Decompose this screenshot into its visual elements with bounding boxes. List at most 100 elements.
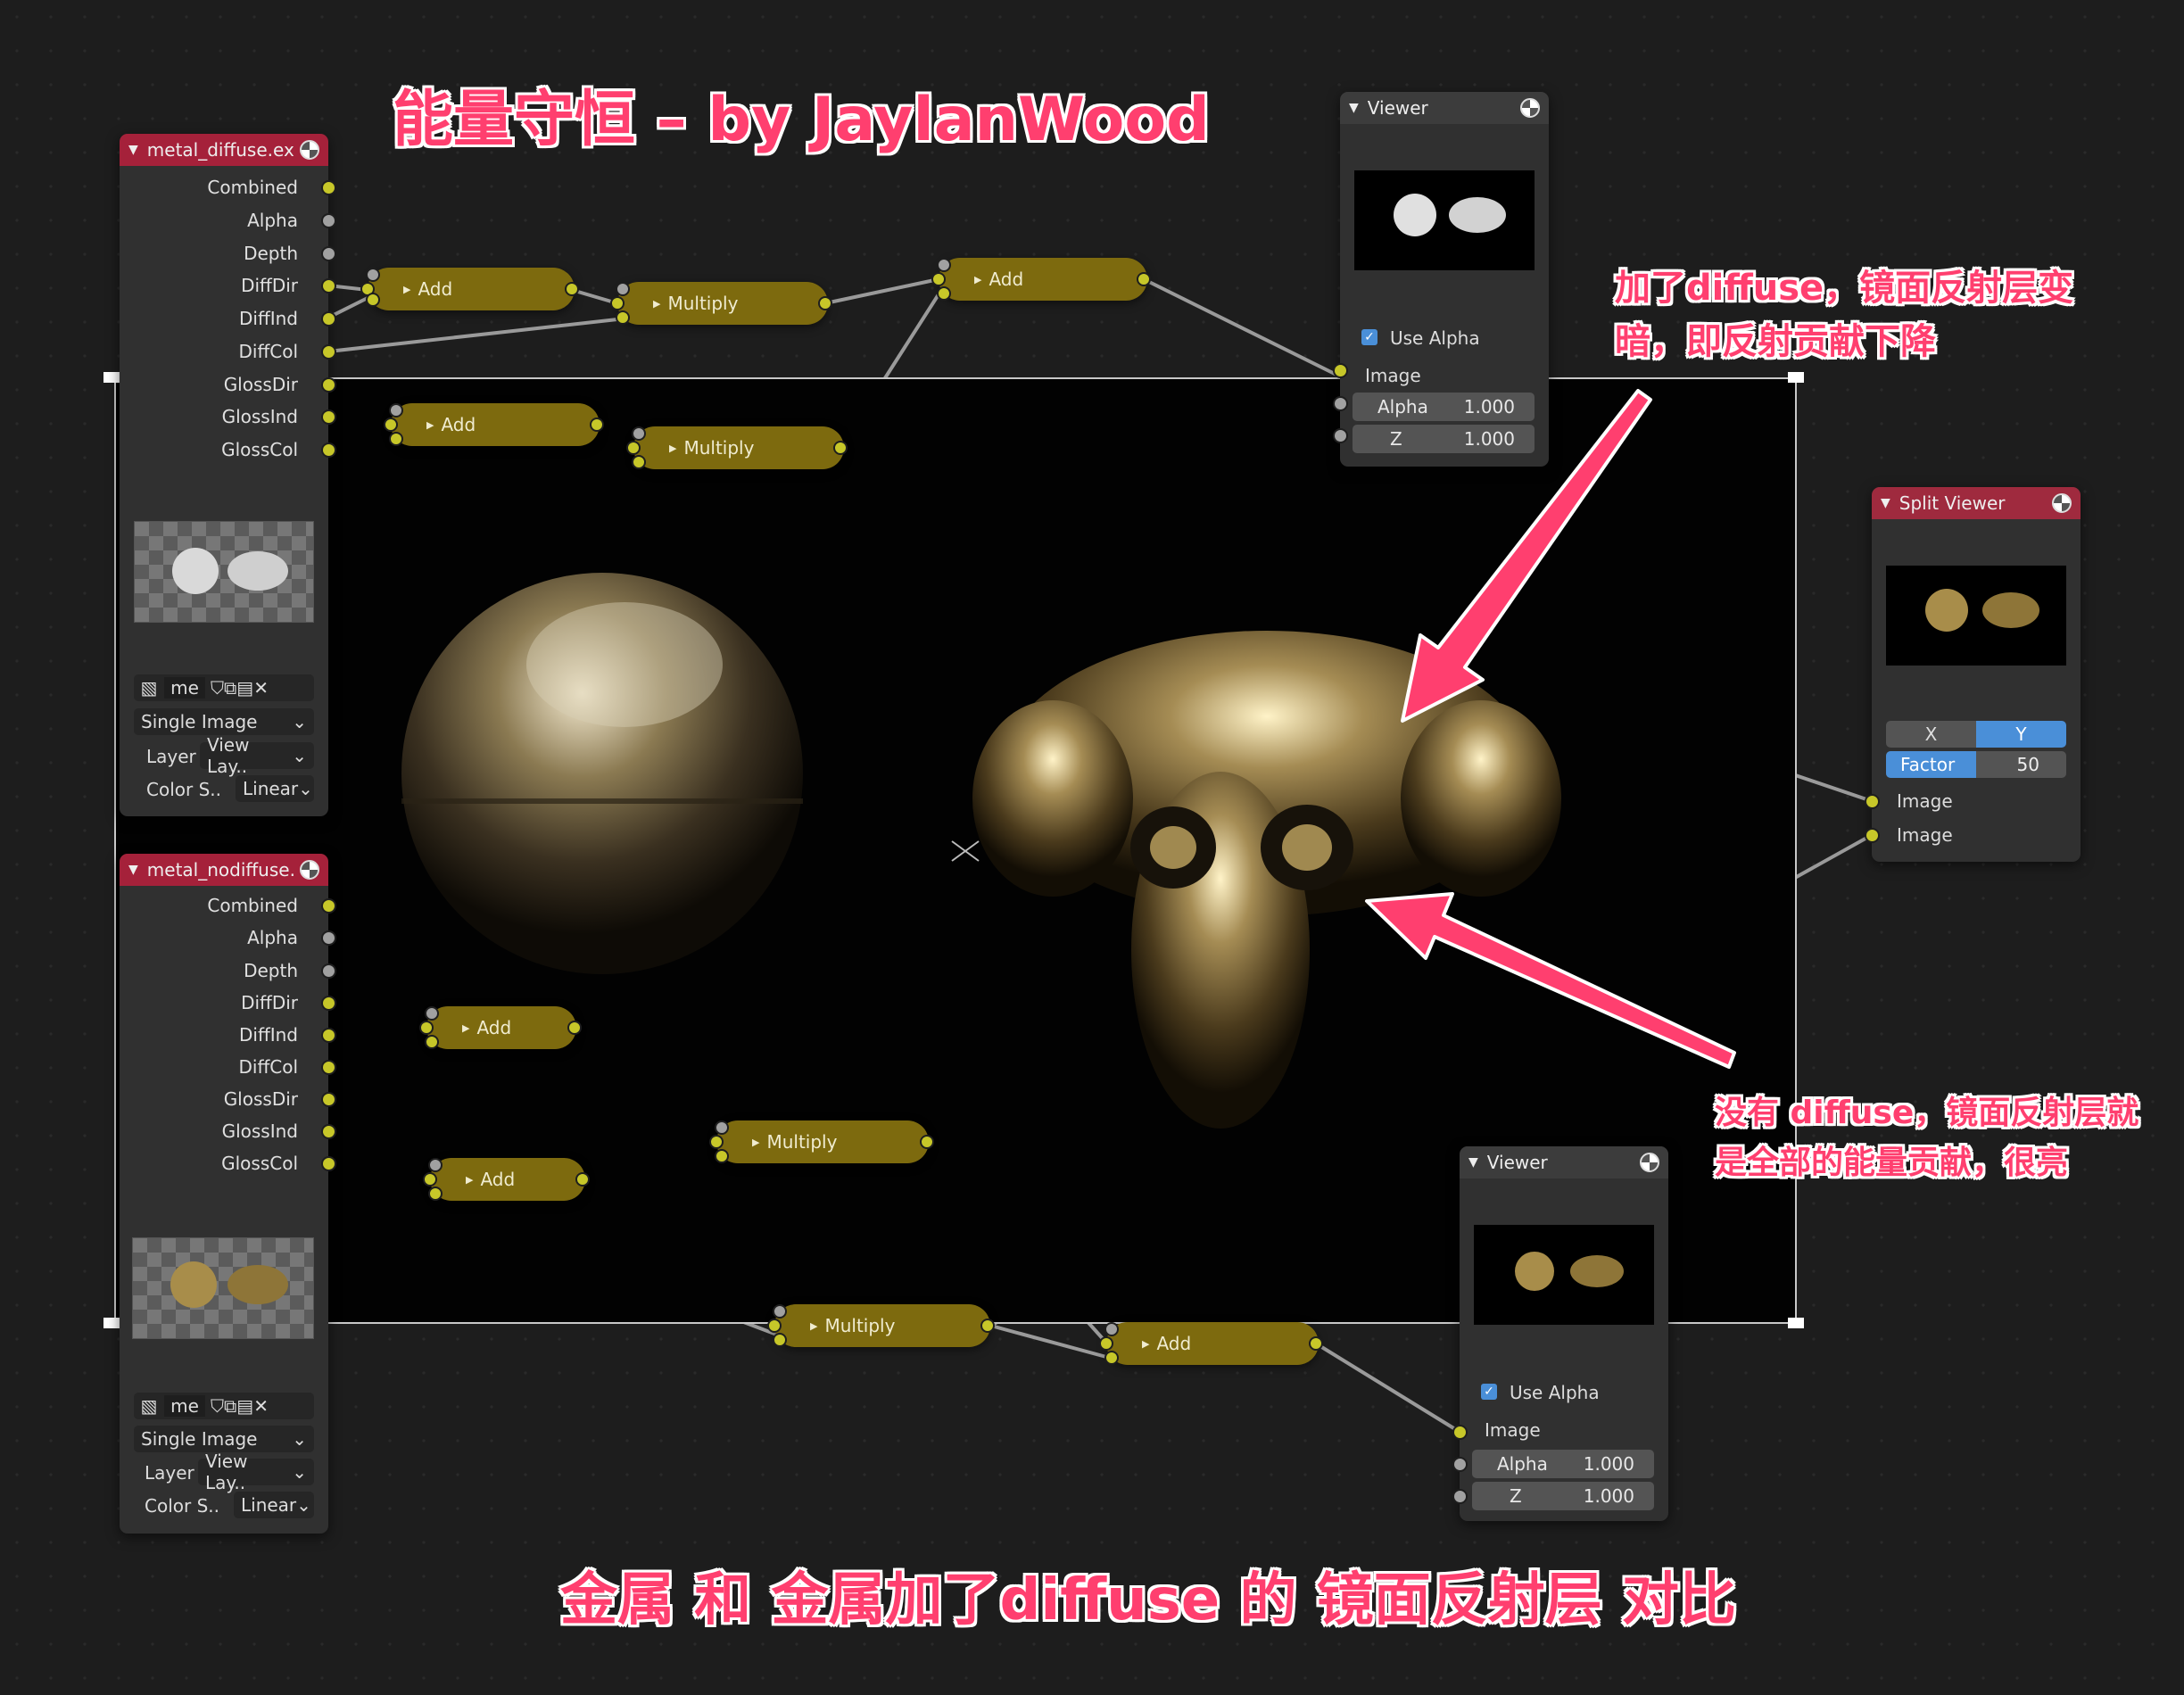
image-node-metal-nodiffuse[interactable]: ▼ metal_nodiffuse. Combined Alpha Depth … bbox=[120, 854, 336, 1534]
node-header[interactable]: ▼ metal_nodiffuse. bbox=[120, 854, 328, 886]
multiply-node-diff-bottom[interactable]: ▶ Multiply bbox=[716, 1120, 929, 1163]
unlink-icon[interactable]: ✕ bbox=[253, 1395, 269, 1417]
collapse-icon[interactable]: ▼ bbox=[1349, 101, 1359, 115]
backdrop-handle-bl[interactable] bbox=[103, 1318, 120, 1328]
socket-image-input-1[interactable] bbox=[1865, 794, 1880, 809]
colorspace-select[interactable]: Linear ⌄ bbox=[234, 1492, 314, 1518]
socket-image-input[interactable] bbox=[1452, 1425, 1468, 1440]
collapse-arrow-icon[interactable]: ▶ bbox=[810, 1320, 817, 1332]
multiply-node-gloss-top[interactable]: ▶ Multiply bbox=[633, 426, 844, 469]
collapse-arrow-icon[interactable]: ▶ bbox=[466, 1174, 473, 1186]
socket-glosscol[interactable] bbox=[321, 442, 336, 458]
node-header[interactable]: ▼ Split Viewer bbox=[1872, 487, 2081, 519]
axis-y-button[interactable]: Y bbox=[1976, 721, 2066, 748]
add-node-diff-top[interactable]: ▶ Add bbox=[368, 268, 575, 310]
backdrop-handle-br[interactable] bbox=[1788, 1318, 1804, 1328]
socket-glosscol[interactable] bbox=[321, 1156, 336, 1171]
socket-alpha[interactable] bbox=[321, 213, 336, 228]
unlink-icon[interactable]: ✕ bbox=[253, 677, 269, 699]
multiply-node-gloss-bottom[interactable]: ▶ Multiply bbox=[774, 1304, 990, 1347]
collapse-icon[interactable]: ▼ bbox=[1468, 1155, 1478, 1170]
socket-alpha-input[interactable] bbox=[1452, 1457, 1468, 1472]
open-folder-icon[interactable]: ▤ bbox=[236, 1395, 253, 1417]
collapse-arrow-icon[interactable]: ▶ bbox=[426, 419, 434, 431]
node-preview-icon[interactable] bbox=[300, 140, 319, 160]
split-viewer-node[interactable]: ▼ Split Viewer X Y Factor 50 Image Image bbox=[1865, 487, 2081, 862]
alpha-field[interactable]: Alpha 1.000 bbox=[1353, 393, 1535, 421]
image-name-field[interactable]: me bbox=[164, 677, 205, 699]
image-browse-icon[interactable]: ▧ bbox=[134, 1395, 164, 1417]
socket-diffcol[interactable] bbox=[321, 344, 336, 360]
node-header[interactable]: ▼ Viewer bbox=[1460, 1146, 1668, 1178]
open-folder-icon[interactable]: ▤ bbox=[236, 677, 253, 699]
image-datablock[interactable]: ▧ me ⛉ ⧉ ▤ ✕ bbox=[134, 1393, 314, 1419]
collapse-arrow-icon[interactable]: ▶ bbox=[752, 1137, 759, 1148]
image-browse-icon[interactable]: ▧ bbox=[134, 677, 164, 699]
socket-combined[interactable] bbox=[321, 898, 336, 914]
output-diffind: DiffInd bbox=[238, 308, 298, 329]
socket-glossind[interactable] bbox=[321, 1124, 336, 1139]
node-preview-icon[interactable] bbox=[1520, 98, 1540, 118]
add-node-final-top[interactable]: ▶ Add bbox=[939, 258, 1147, 301]
fake-user-icon[interactable]: ⛉ bbox=[211, 677, 224, 699]
collapse-arrow-icon[interactable]: ▶ bbox=[974, 274, 981, 285]
socket-diffdir[interactable] bbox=[321, 278, 336, 294]
collapse-icon[interactable]: ▼ bbox=[128, 143, 138, 157]
source-select[interactable]: Single Image ⌄ bbox=[134, 708, 314, 735]
node-preview-icon[interactable] bbox=[1640, 1153, 1659, 1172]
colorspace-select[interactable]: Linear ⌄ bbox=[236, 775, 314, 802]
viewer-node-bottom[interactable]: ▼ Viewer ✓ Use Alpha Image Alpha 1.000 Z 1… bbox=[1452, 1146, 1668, 1521]
socket-alpha[interactable] bbox=[321, 930, 336, 946]
node-header[interactable]: ▼ metal_diffuse.ex bbox=[120, 134, 328, 166]
socket-diffind[interactable] bbox=[321, 1028, 336, 1043]
backdrop-handle-tr[interactable] bbox=[1788, 372, 1804, 383]
duplicate-icon[interactable]: ⧉ bbox=[224, 677, 236, 699]
layer-select[interactable]: View Lay.. ⌄ bbox=[198, 1451, 314, 1493]
collapse-arrow-icon[interactable]: ▶ bbox=[669, 442, 676, 454]
z-field[interactable]: Z 1.000 bbox=[1472, 1482, 1654, 1510]
collapse-arrow-icon[interactable]: ▶ bbox=[1142, 1338, 1149, 1350]
socket-image-input-2[interactable] bbox=[1865, 828, 1880, 843]
socket-diffdir[interactable] bbox=[321, 996, 336, 1011]
collapse-icon[interactable]: ▼ bbox=[128, 863, 138, 877]
collapse-arrow-icon[interactable]: ▶ bbox=[462, 1022, 469, 1034]
layer-select[interactable]: View Lay.. ⌄ bbox=[200, 734, 314, 777]
z-field[interactable]: Z 1.000 bbox=[1353, 425, 1535, 453]
collapse-icon[interactable]: ▼ bbox=[1881, 496, 1890, 510]
add-node-gloss-bottom[interactable]: ▶ Add bbox=[430, 1158, 585, 1201]
fake-user-icon[interactable]: ⛉ bbox=[211, 1395, 224, 1417]
add-node-final-bottom[interactable]: ▶ Add bbox=[1106, 1322, 1319, 1365]
image-name-field[interactable]: me bbox=[164, 1395, 205, 1417]
socket-z-input[interactable] bbox=[1452, 1489, 1468, 1504]
collapse-arrow-icon[interactable]: ▶ bbox=[403, 284, 410, 295]
source-select[interactable]: Single Image ⌄ bbox=[134, 1426, 314, 1452]
duplicate-icon[interactable]: ⧉ bbox=[224, 1395, 236, 1417]
socket-z-input[interactable] bbox=[1333, 428, 1348, 443]
use-alpha-checkbox[interactable]: ✓ bbox=[1361, 329, 1377, 345]
socket-depth[interactable] bbox=[321, 246, 336, 261]
image-datablock[interactable]: ▧ me ⛉ ⧉ ▤ ✕ bbox=[134, 674, 314, 701]
backdrop-handle-tl[interactable] bbox=[103, 372, 120, 383]
node-preview-icon[interactable] bbox=[2052, 493, 2072, 513]
image-node-metal-diffuse[interactable]: ▼ metal_diffuse.ex Combined Alpha Depth … bbox=[120, 134, 336, 816]
socket-combined[interactable] bbox=[321, 180, 336, 195]
node-preview-icon[interactable] bbox=[300, 860, 319, 880]
socket-glossind[interactable] bbox=[321, 409, 336, 425]
alpha-field[interactable]: Alpha 1.000 bbox=[1472, 1450, 1654, 1478]
socket-alpha-input[interactable] bbox=[1333, 396, 1348, 411]
socket-diffind[interactable] bbox=[321, 311, 336, 327]
collapse-arrow-icon[interactable]: ▶ bbox=[653, 298, 660, 310]
viewer-node-top[interactable]: ▼ Viewer ✓ Use Alpha Image Alpha 1.000 Z 1… bbox=[1333, 92, 1549, 467]
socket-glossdir[interactable] bbox=[321, 377, 336, 393]
socket-glossdir[interactable] bbox=[321, 1092, 336, 1107]
socket-depth[interactable] bbox=[321, 963, 336, 979]
use-alpha-checkbox[interactable]: ✓ bbox=[1481, 1384, 1497, 1400]
axis-x-button[interactable]: X bbox=[1886, 721, 1976, 748]
socket-image-input[interactable] bbox=[1333, 363, 1348, 378]
node-header[interactable]: ▼ Viewer bbox=[1340, 92, 1549, 124]
socket-diffcol[interactable] bbox=[321, 1060, 336, 1075]
add-node-gloss-top[interactable]: ▶ Add bbox=[391, 403, 600, 446]
factor-slider[interactable]: Factor 50 bbox=[1886, 751, 2066, 778]
add-node-diff-bottom[interactable]: ▶ Add bbox=[426, 1006, 576, 1049]
multiply-node-diff-top[interactable]: ▶ Multiply bbox=[617, 282, 828, 325]
